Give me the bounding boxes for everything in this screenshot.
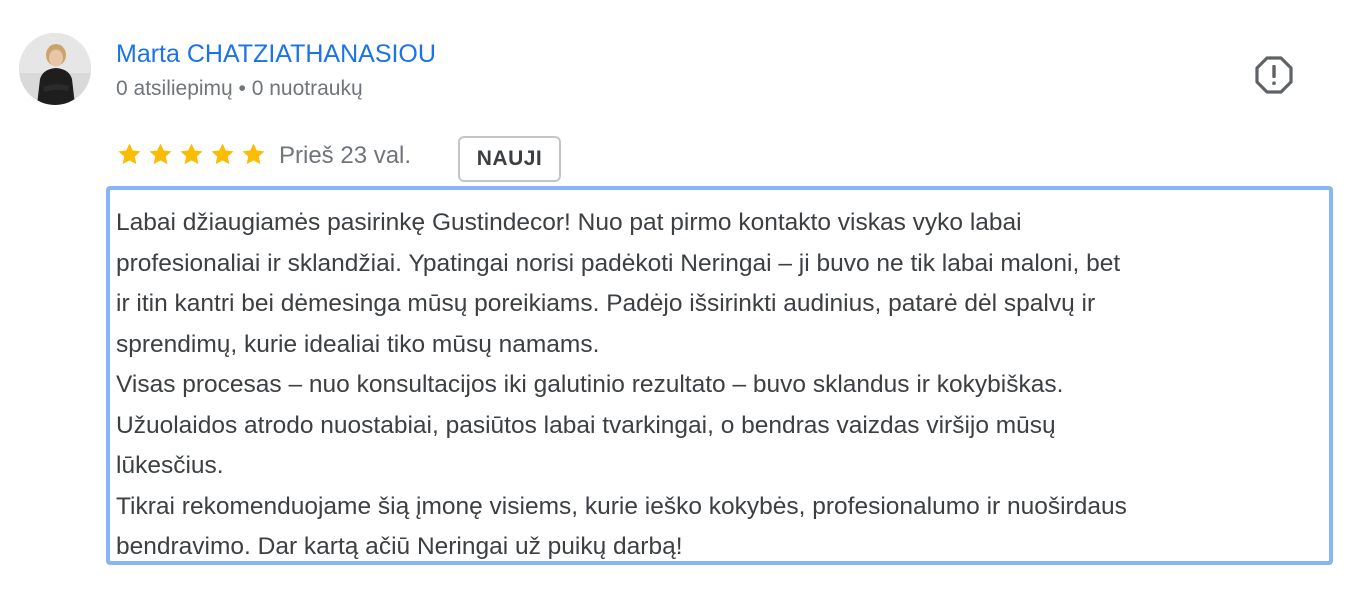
review-text-line: sprendimų, kurie idealiai tiko mūsų nama… bbox=[116, 330, 600, 358]
review-text-line: lūkesčius. bbox=[116, 452, 224, 479]
star-icon bbox=[209, 141, 236, 171]
review-text-line: Užuolaidos atrodo nuostabiai, pasiūtos l… bbox=[116, 411, 1056, 439]
star-icon bbox=[178, 141, 205, 171]
review-text[interactable]: Labai džiaugiamės pasirinkę Gustindecor!… bbox=[106, 186, 1333, 565]
review-text-line: Tikrai rekomenduojame šią įmonę visiems,… bbox=[116, 492, 1127, 520]
new-badge: NAUJI bbox=[458, 136, 561, 182]
author-stats: 0 atsiliepimų • 0 nuotraukų bbox=[116, 77, 363, 100]
review-text-line: ir itin kantri bei dėmesinga mūsų poreik… bbox=[116, 290, 1096, 317]
star-rating bbox=[116, 141, 267, 171]
report-icon[interactable] bbox=[1254, 55, 1294, 95]
review-time: Prieš 23 val. bbox=[279, 142, 412, 169]
author-avatar[interactable] bbox=[19, 33, 91, 105]
star-icon bbox=[116, 141, 143, 171]
avatar-photo bbox=[19, 33, 91, 105]
review-text-line: Labai džiaugiamės pasirinkę Gustindecor!… bbox=[116, 209, 1022, 236]
star-icon bbox=[147, 141, 174, 171]
star-icon bbox=[240, 141, 267, 171]
author-name-link[interactable]: Marta CHATZIATHANASIOU bbox=[116, 38, 436, 70]
review-text-line: Visas procesas – nuo konsultacijos iki g… bbox=[116, 371, 1064, 398]
review-text-line: bendravimo. Dar kartą ačiū Neringai už p… bbox=[116, 533, 683, 560]
review-text-line: profesionaliai ir sklandžiai. Ypatingai … bbox=[116, 249, 1121, 277]
